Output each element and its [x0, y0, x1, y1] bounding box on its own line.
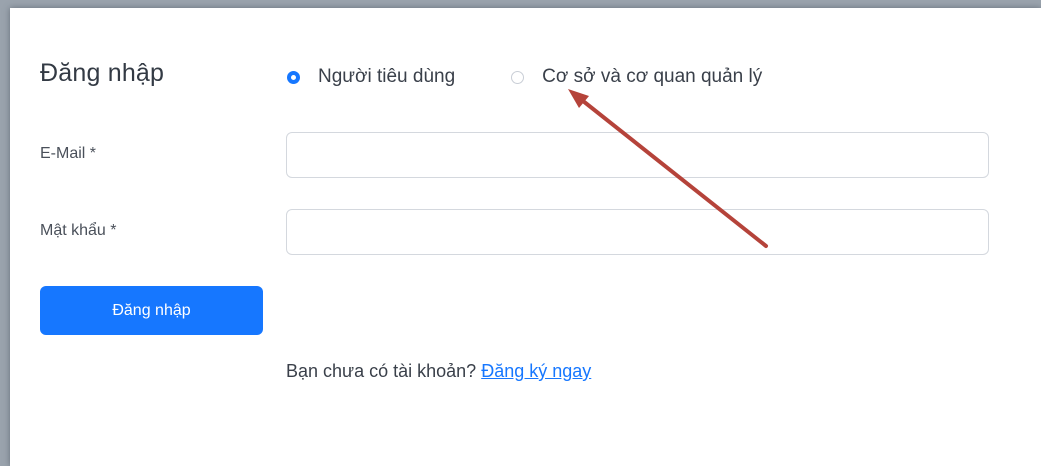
signup-row: Bạn chưa có tài khoản? Đăng ký ngay	[286, 361, 591, 382]
login-title: Đăng nhập	[40, 59, 165, 87]
radio-label-nguoi-tieu-dung: Người tiêu dùng	[318, 66, 456, 87]
radio-option-co-so-va-co-quan-quan-ly[interactable]: Cơ sở và cơ quan quản lý	[511, 66, 762, 88]
password-label: Mật khẩu *	[40, 222, 117, 239]
login-button[interactable]: Đăng nhập	[40, 286, 263, 335]
radio-label-co-so-va-co-quan-quan-ly: Cơ sở và cơ quan quản lý	[542, 66, 763, 87]
signup-link[interactable]: Đăng ký ngay	[481, 361, 591, 381]
radio-unchecked-icon[interactable]	[511, 70, 525, 84]
radio-option-nguoi-tieu-dung[interactable]: Người tiêu dùng	[287, 66, 455, 88]
login-panel: Đăng nhập Người tiêu dùng Cơ sở và cơ qu…	[10, 8, 1041, 466]
user-type-radio-group: Người tiêu dùng Cơ sở và cơ quan quản lý	[287, 66, 762, 88]
signup-prompt: Bạn chưa có tài khoản?	[286, 361, 477, 381]
email-field[interactable]	[286, 132, 989, 178]
password-field[interactable]	[286, 209, 989, 255]
radio-checked-icon[interactable]	[287, 70, 300, 84]
email-label: E-Mail *	[40, 145, 97, 162]
